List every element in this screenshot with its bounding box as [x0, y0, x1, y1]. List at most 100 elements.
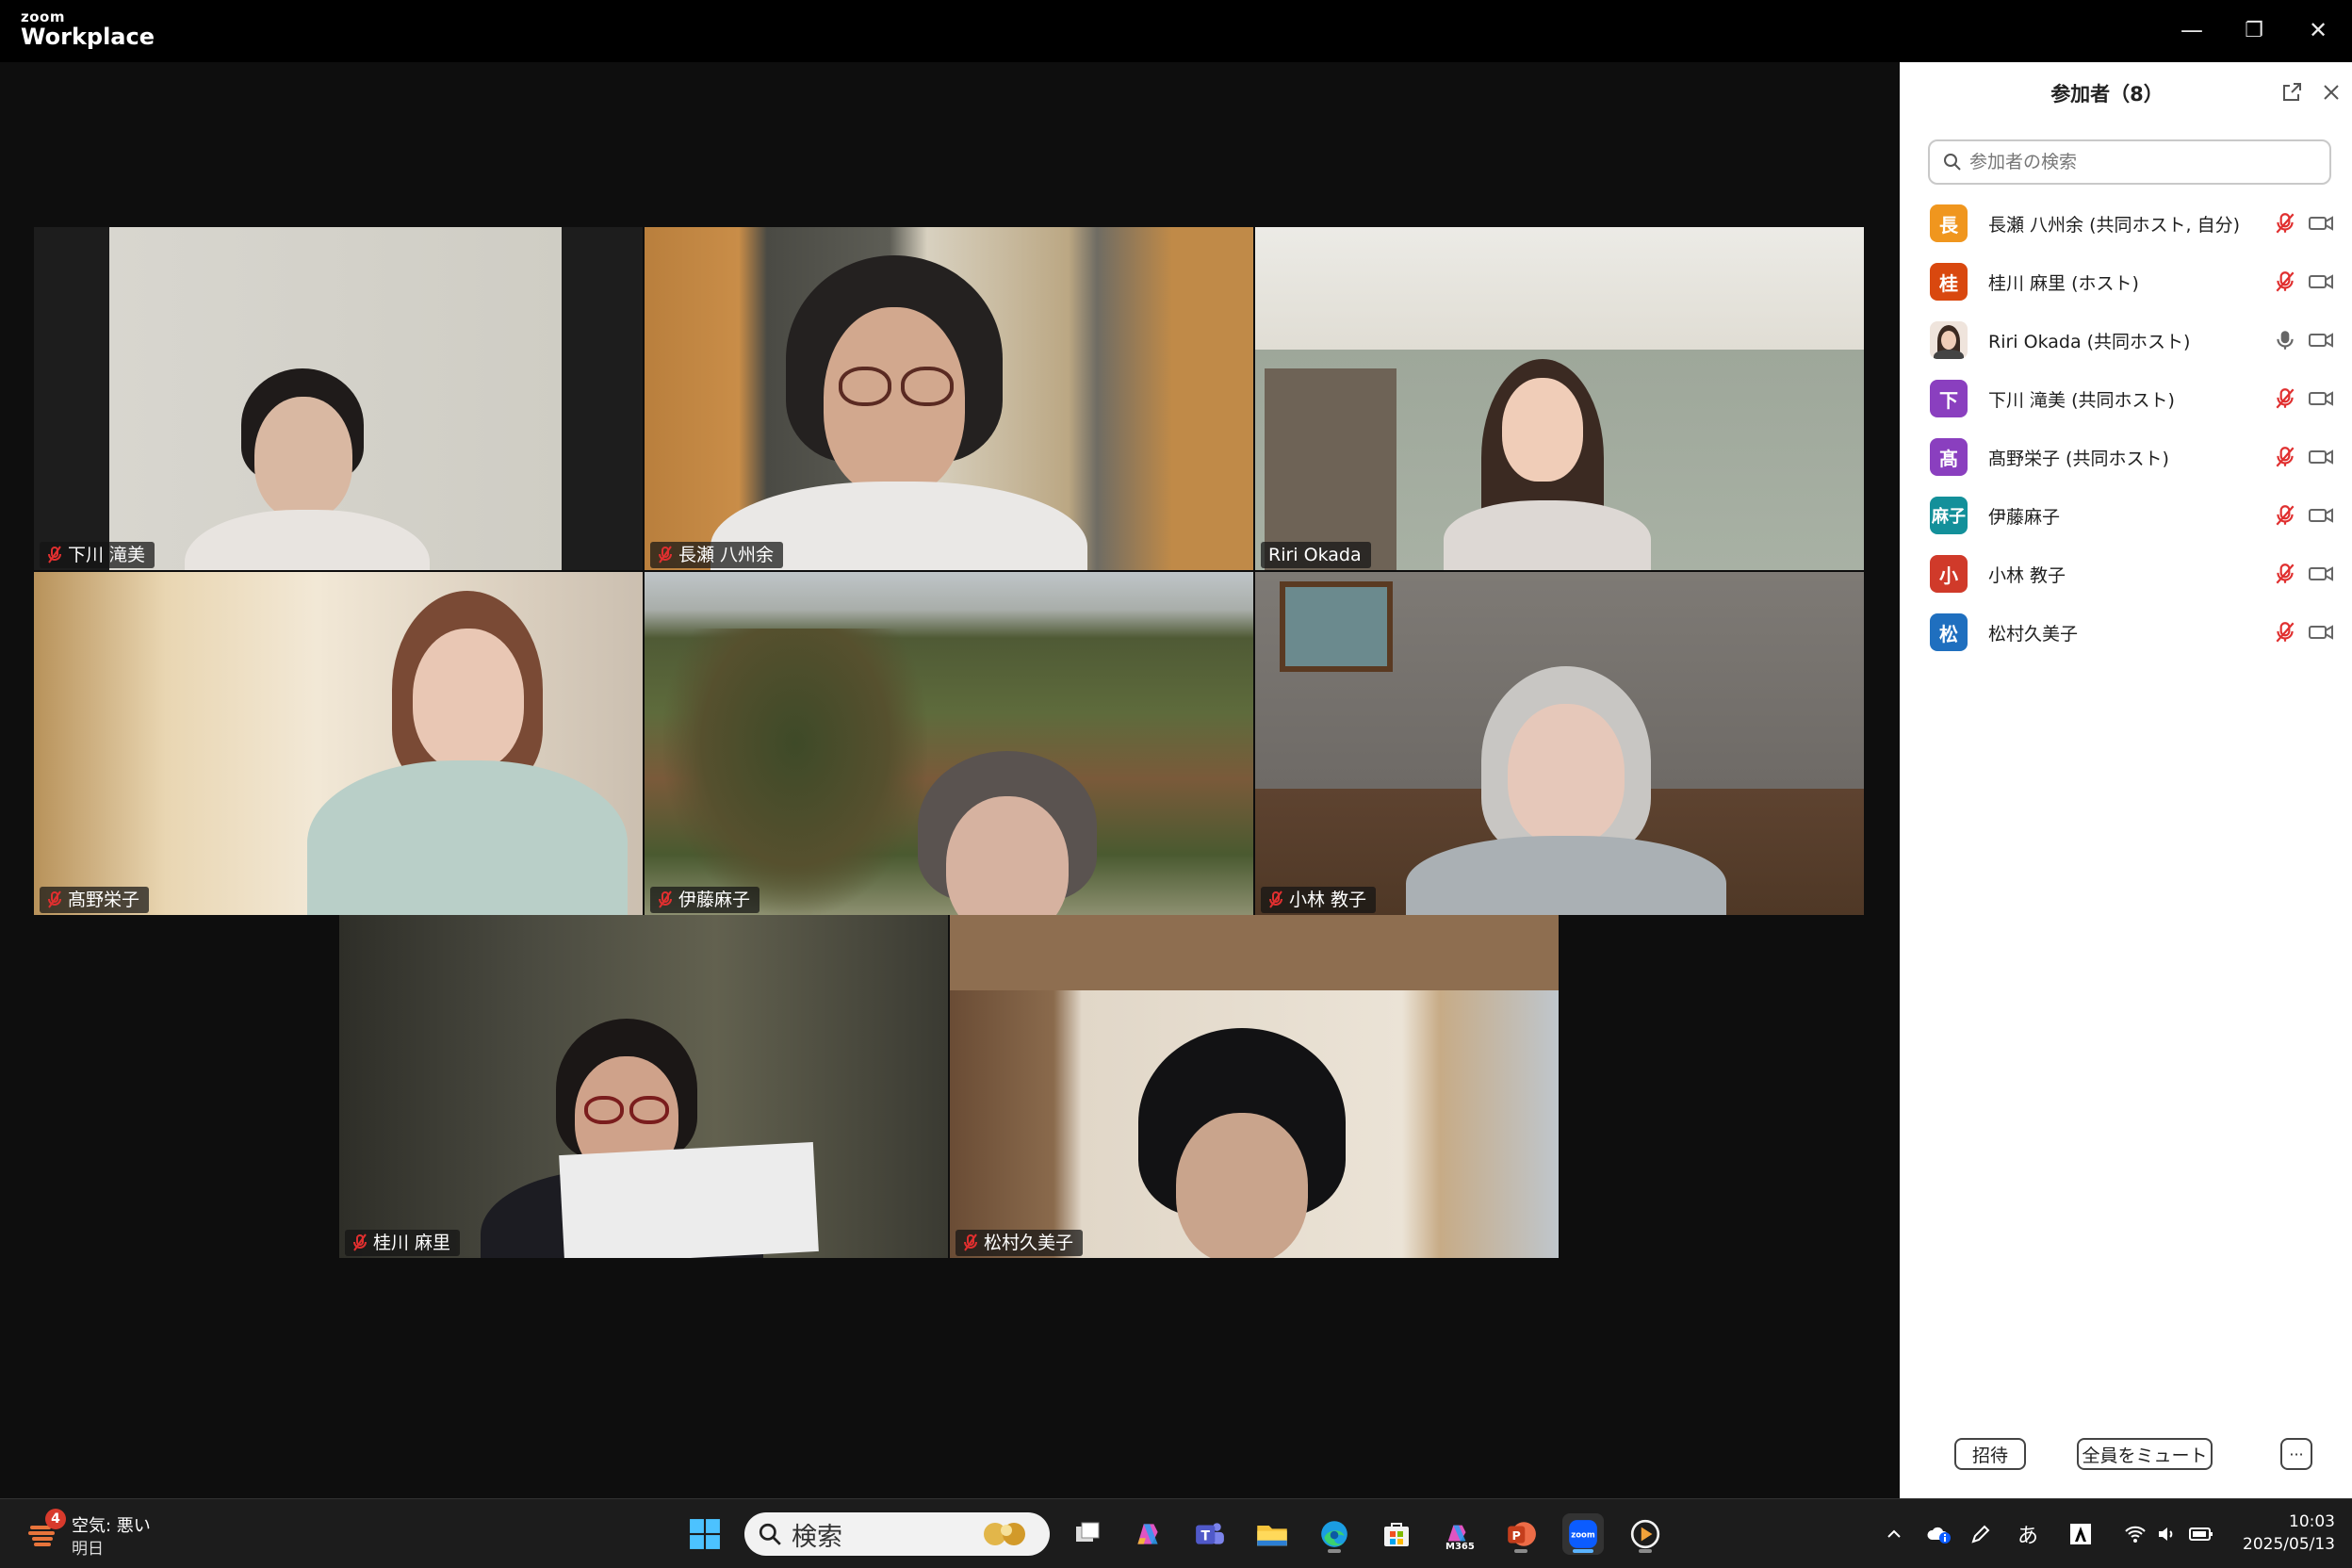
- media-player-app[interactable]: [1625, 1513, 1666, 1555]
- clock-time: 10:03: [2289, 1512, 2335, 1531]
- video-tile[interactable]: 下川 滝美: [34, 227, 643, 570]
- m365-app[interactable]: M365: [1438, 1513, 1479, 1555]
- restore-button[interactable]: ❐: [2235, 13, 2273, 47]
- mic-icon[interactable]: [2273, 328, 2297, 352]
- participant-name: 髙野栄子: [68, 890, 140, 910]
- close-button[interactable]: ✕: [2299, 13, 2337, 47]
- muted-mic-icon[interactable]: [2273, 620, 2297, 645]
- participant-name: 髙野栄子 (共同ホスト): [1988, 448, 2169, 469]
- search-input[interactable]: [1969, 152, 2309, 172]
- cloud-info-icon: [1927, 1527, 1951, 1544]
- participant-search[interactable]: [1928, 139, 2331, 185]
- taskbar-search[interactable]: 検索: [744, 1512, 1050, 1556]
- participant-row[interactable]: 小 小林 教子: [1900, 545, 2352, 603]
- copilot-icon: [1137, 1524, 1158, 1544]
- muted-mic-icon[interactable]: [2273, 211, 2297, 236]
- ime-indicator[interactable]: あ: [2011, 1518, 2045, 1550]
- participants-panel: 参加者（8） 長 長瀬 八州余 (共同ホスト, 自分) 桂 桂川 麻里 (ホスト…: [1900, 62, 2352, 1498]
- show-hidden-icons-button[interactable]: [1877, 1518, 1911, 1550]
- zoom-icon: zoom: [1569, 1520, 1597, 1548]
- muted-mic-icon[interactable]: [2273, 503, 2297, 528]
- play-icon: [1630, 1519, 1660, 1549]
- video-camera-icon[interactable]: [2307, 445, 2335, 469]
- store-icon: [1384, 1523, 1409, 1546]
- participant-name: 松村久美子: [1988, 623, 2079, 645]
- participant-name: 松村久美子: [984, 1233, 1074, 1253]
- participant-name: 小林 教子: [1988, 564, 2066, 586]
- windows-icon: [690, 1519, 720, 1549]
- edge-app[interactable]: [1314, 1513, 1355, 1555]
- minimize-button[interactable]: —: [2173, 13, 2211, 47]
- onedrive-tray[interactable]: [1922, 1518, 1956, 1550]
- video-tile[interactable]: 桂川 麻里: [339, 915, 948, 1258]
- video-camera-icon[interactable]: [2307, 386, 2335, 411]
- clock-date: 2025/05/13: [2243, 1535, 2335, 1554]
- wifi-tray[interactable]: [2118, 1518, 2152, 1550]
- muted-mic-icon[interactable]: [2273, 562, 2297, 586]
- zoom-app[interactable]: zoom: [1562, 1513, 1604, 1555]
- participant-row[interactable]: 桂 桂川 麻里 (ホスト): [1900, 253, 2352, 311]
- muted-mic-icon: [47, 890, 62, 909]
- participant-row[interactable]: 松 松村久美子: [1900, 603, 2352, 662]
- participant-name: 桂川 麻里 (ホスト): [1988, 272, 2139, 294]
- file-explorer-app[interactable]: [1251, 1513, 1293, 1555]
- task-view-icon: [1076, 1522, 1100, 1542]
- invite-button[interactable]: 招待: [1954, 1438, 2026, 1470]
- panel-footer: 招待 全員をミュート ···: [1900, 1438, 2352, 1498]
- avatar: 髙: [1930, 438, 1968, 476]
- video-camera-icon[interactable]: [2307, 620, 2335, 645]
- mute-all-button[interactable]: 全員をミュート: [2077, 1438, 2213, 1470]
- teams-icon: T: [1196, 1523, 1224, 1544]
- pen-tray[interactable]: [1964, 1518, 1998, 1550]
- windows-taskbar: 4 空気: 悪い 明日 検索 T M365 P zoom あ 10:03 202…: [0, 1498, 2352, 1568]
- m365-label: M365: [1446, 1542, 1475, 1552]
- participant-row[interactable]: 下 下川 滝美 (共同ホスト): [1900, 369, 2352, 428]
- video-tile[interactable]: 長瀬 八州余: [645, 227, 1253, 570]
- muted-mic-icon[interactable]: [2273, 386, 2297, 411]
- video-tile[interactable]: 伊藤麻子: [645, 572, 1253, 915]
- name-tag: 桂川 麻里: [345, 1230, 461, 1256]
- teams-app[interactable]: T: [1189, 1513, 1231, 1555]
- close-panel-button[interactable]: [2320, 77, 2344, 106]
- avatar: 下: [1930, 380, 1968, 417]
- powerpoint-app[interactable]: P: [1500, 1513, 1542, 1555]
- clock[interactable]: 10:03 2025/05/13: [2222, 1511, 2335, 1556]
- video-tile[interactable]: 松村久美子: [950, 915, 1559, 1258]
- popout-button[interactable]: [2280, 81, 2305, 106]
- task-view-button[interactable]: [1067, 1513, 1108, 1555]
- weather-widget[interactable]: 4 空気: 悪い 明日: [28, 1509, 160, 1560]
- video-camera-icon[interactable]: [2307, 328, 2335, 352]
- adobe-tray[interactable]: [2064, 1518, 2098, 1550]
- muted-mic-icon[interactable]: [2273, 270, 2297, 294]
- participant-row[interactable]: 麻子 伊藤麻子: [1900, 486, 2352, 545]
- participant-row[interactable]: 髙 髙野栄子 (共同ホスト): [1900, 428, 2352, 486]
- store-app[interactable]: [1376, 1513, 1417, 1555]
- more-options-button[interactable]: ···: [2280, 1438, 2312, 1470]
- participant-row[interactable]: Riri Okada (共同ホスト): [1900, 311, 2352, 369]
- video-camera-icon[interactable]: [2307, 270, 2335, 294]
- avatar-photo: [1930, 321, 1968, 359]
- name-tag: 松村久美子: [956, 1230, 1084, 1256]
- video-camera-icon[interactable]: [2307, 503, 2335, 528]
- name-tag: 下川 滝美: [40, 542, 155, 568]
- video-tile-active-speaker[interactable]: Riri Okada: [1255, 227, 1864, 570]
- close-icon: [2324, 85, 2339, 100]
- avatar: 長: [1930, 204, 1968, 242]
- wifi-icon: [2125, 1526, 2146, 1543]
- panel-title: 参加者（8）: [2050, 83, 2164, 106]
- pen-icon: [1971, 1525, 1990, 1544]
- muted-mic-icon[interactable]: [2273, 445, 2297, 469]
- video-tile[interactable]: 小林 教子: [1255, 572, 1864, 915]
- copilot-app[interactable]: [1127, 1513, 1168, 1555]
- video-tile[interactable]: 髙野栄子: [34, 572, 643, 915]
- video-camera-icon[interactable]: [2307, 562, 2335, 586]
- video-camera-icon[interactable]: [2307, 211, 2335, 236]
- name-tag: 長瀬 八州余: [650, 542, 784, 568]
- participant-row[interactable]: 長 長瀬 八州余 (共同ホスト, 自分): [1900, 194, 2352, 253]
- start-button[interactable]: [684, 1513, 726, 1555]
- search-label: 検索: [792, 1522, 842, 1552]
- volume-tray[interactable]: [2150, 1518, 2184, 1550]
- battery-tray[interactable]: [2184, 1518, 2218, 1550]
- edge-icon: [1321, 1521, 1348, 1547]
- muted-mic-icon: [963, 1233, 978, 1252]
